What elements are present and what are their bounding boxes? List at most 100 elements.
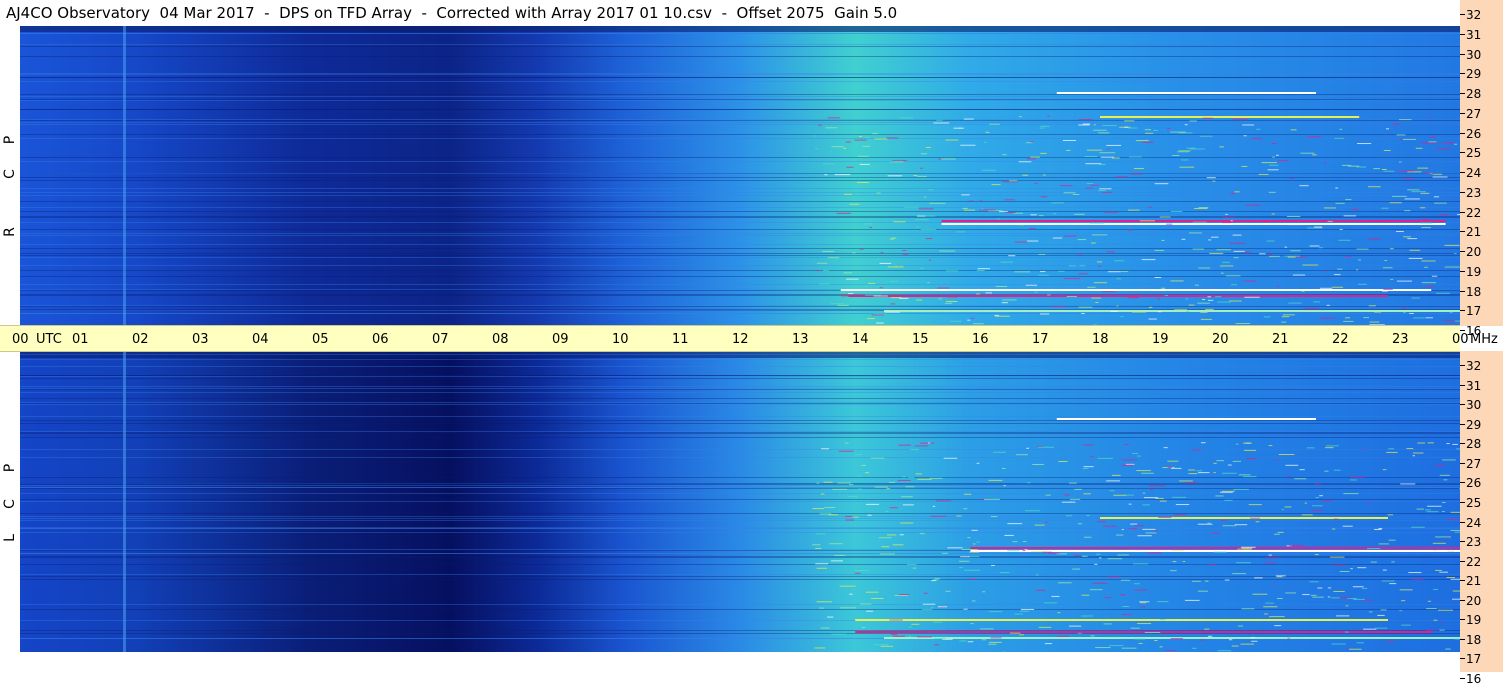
- spectrogram-speckle: [1302, 291, 1305, 292]
- spectrogram-speckle: [861, 465, 866, 466]
- spectrogram-speckle: [1123, 554, 1127, 555]
- spectrogram-speckle: [1285, 247, 1287, 248]
- spectrogram-speckle: [931, 516, 946, 517]
- freq-tick-label: 32: [1466, 359, 1481, 373]
- spectrogram-speckle: [1069, 483, 1077, 484]
- spectrogram-speckle: [1440, 475, 1450, 476]
- spectrogram-speckle: [1027, 241, 1039, 242]
- spectrogram-speckle: [1312, 154, 1317, 155]
- spectrogram-stripe: [20, 229, 1460, 230]
- spectrogram-speckle: [812, 508, 824, 509]
- freq-tick-label: 21: [1466, 574, 1481, 588]
- spectrogram-speckle: [989, 124, 1000, 125]
- spectrogram-speckle: [1276, 459, 1279, 460]
- spectrogram-speckle: [1251, 641, 1257, 642]
- spectrogram-speckle: [1400, 589, 1413, 590]
- freq-tick-mark: [1460, 291, 1465, 292]
- spectrogram-stripe: [20, 180, 1460, 181]
- spectrogram-speckle: [1160, 217, 1171, 218]
- spectrogram-stripe: [20, 99, 1460, 100]
- spectrogram-speckle: [968, 641, 973, 642]
- freq-tick-mark: [1460, 404, 1465, 405]
- spectrogram-speckle: [1094, 124, 1096, 125]
- spectrogram-speckle: [1287, 216, 1300, 217]
- spectrogram-emission-line: [855, 619, 1388, 621]
- spectrogram-speckle: [1154, 531, 1158, 532]
- spectrogram-speckle: [1005, 199, 1015, 200]
- spectrogram-speckle: [832, 489, 847, 490]
- spectrogram-speckle: [1208, 636, 1212, 637]
- spectrogram-speckle: [1396, 231, 1404, 232]
- spectrogram-speckle: [1211, 237, 1219, 238]
- spectrogram-speckle: [1167, 461, 1178, 462]
- spectrogram-speckle: [1422, 282, 1436, 283]
- spectrogram-stripe: [20, 392, 1460, 393]
- spectrogram-speckle: [1234, 257, 1239, 258]
- spectrogram-speckle: [1158, 311, 1162, 312]
- spectrogram-stripe: [20, 177, 1460, 178]
- spectrogram-speckle: [1027, 482, 1031, 483]
- chart-title: AJ4CO Observatory 04 Mar 2017 - DPS on T…: [0, 0, 1460, 26]
- spectrogram-speckle: [902, 250, 906, 251]
- spectrogram-stripe: [20, 501, 1460, 502]
- spectrogram-speckle: [848, 293, 853, 294]
- spectrogram-speckle: [1244, 450, 1256, 451]
- spectrogram-speckle: [1198, 524, 1213, 525]
- spectrogram-speckle: [976, 293, 980, 294]
- freq-tick-mark: [1460, 678, 1465, 679]
- spectrogram-speckle: [1243, 281, 1256, 282]
- freq-tick-mark: [1460, 34, 1465, 35]
- spectrogram-speckle: [1233, 461, 1241, 462]
- spectrogram-emission-line: [1100, 116, 1359, 118]
- spectrogram-stripe: [20, 416, 1460, 417]
- spectrogram-speckle: [1343, 493, 1358, 494]
- spectrogram-speckle: [1097, 261, 1102, 262]
- spectrogram-speckle: [1108, 271, 1121, 272]
- spectrogram-speckle: [1004, 535, 1013, 536]
- spectrogram-speckle: [1446, 443, 1449, 444]
- spectrogram-speckle: [900, 117, 913, 118]
- spectrogram-speckle: [1124, 120, 1134, 121]
- spectrogram-speckle: [953, 128, 963, 129]
- spectrogram-speckle: [908, 636, 911, 637]
- spectrogram-speckle: [1349, 649, 1362, 650]
- spectrogram-speckle: [1165, 650, 1176, 651]
- freq-tick-mark: [1460, 561, 1465, 562]
- spectrogram-speckle: [950, 321, 962, 322]
- spectrogram-speckle: [937, 288, 949, 289]
- spectrogram-speckle: [862, 627, 865, 628]
- spectrogram-speckle: [908, 477, 914, 478]
- spectrogram-speckle: [1112, 475, 1121, 476]
- spectrogram-speckle: [1173, 561, 1177, 562]
- spectrogram-stripe: [20, 423, 1460, 424]
- spectrogram-speckle: [1218, 650, 1232, 651]
- spectrogram-speckle: [1383, 469, 1387, 470]
- spectrogram-speckle: [901, 496, 913, 497]
- spectrogram-speckle: [849, 484, 853, 485]
- spectrogram-speckle: [938, 606, 947, 607]
- spectrogram-speckle: [1225, 214, 1227, 215]
- spectrogram-speckle: [1356, 269, 1358, 270]
- spectrogram-speckle: [890, 238, 895, 239]
- spectrogram-speckle: [1092, 583, 1107, 584]
- spectrogram-speckle: [1343, 321, 1353, 322]
- spectrogram-speckle: [1157, 299, 1160, 300]
- spectrogram-speckle: [1131, 174, 1142, 175]
- spectrogram-speckle: [1142, 529, 1155, 530]
- spectrogram-speckle: [1168, 467, 1172, 468]
- spectrogram-speckle: [1413, 453, 1424, 454]
- spectrogram-speckle: [921, 229, 936, 230]
- spectrogram-speckle: [1083, 124, 1091, 125]
- spectrogram-speckle: [1039, 627, 1051, 628]
- spectrogram-speckle: [1078, 523, 1082, 524]
- spectrogram-speckle: [1345, 632, 1349, 633]
- spectrogram-speckle: [1332, 529, 1335, 530]
- spectrogram-speckle: [1229, 301, 1241, 302]
- spectrogram-speckle: [964, 494, 971, 495]
- spectrogram-speckle: [855, 454, 862, 455]
- spectrogram-speckle: [926, 238, 932, 239]
- spectrogram-speckle: [871, 598, 883, 599]
- spectrogram-speckle: [852, 252, 855, 253]
- spectrogram-emission-line: [884, 310, 1460, 312]
- spectrogram-background: [20, 26, 1460, 325]
